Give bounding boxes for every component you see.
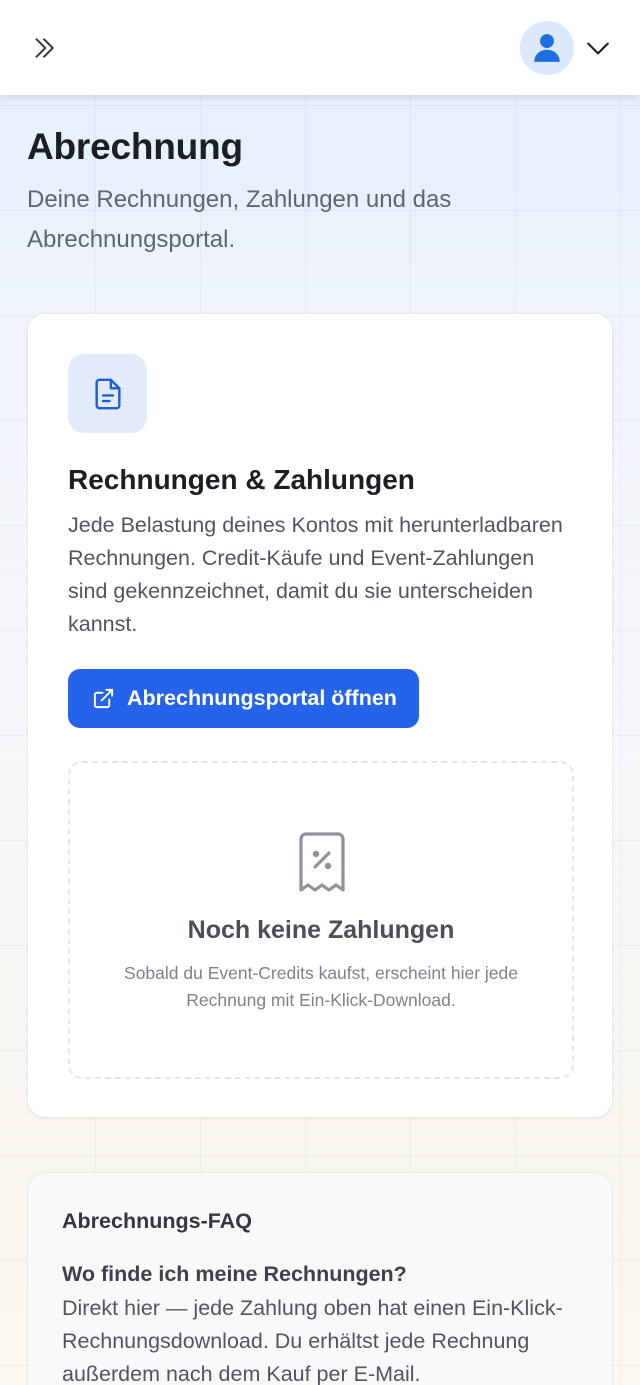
- account-menu[interactable]: [520, 21, 612, 75]
- avatar[interactable]: [520, 21, 574, 75]
- billing-faq-card: Abrechnungs-FAQ Wo finde ich meine Rechn…: [27, 1172, 613, 1385]
- faq-answer: Direkt hier — jede Zahlung oben hat eine…: [62, 1296, 563, 1385]
- page-subtitle: Deine Rechnungen, Zahlungen und das Abre…: [27, 186, 452, 253]
- account-dropdown-toggle[interactable]: [584, 34, 612, 62]
- invoice-icon-tile: [68, 354, 147, 433]
- invoices-card-description: Jede Belastung deines Kontos mit herunte…: [68, 513, 563, 636]
- chevrons-right-icon: [35, 38, 54, 58]
- open-billing-portal-button[interactable]: Abrechnungsportal öffnen: [68, 669, 419, 728]
- faq-question: Wo finde ich meine Rechnungen?: [62, 1262, 407, 1286]
- page-title: Abrechnung: [27, 126, 243, 167]
- open-billing-portal-label: Abrechnungsportal öffnen: [127, 686, 397, 710]
- faq-title: Abrechnungs-FAQ: [62, 1209, 252, 1233]
- empty-state-title: Noch keine Zahlungen: [187, 916, 455, 944]
- chevron-down-icon: [587, 42, 609, 55]
- top-bar: [0, 0, 640, 95]
- user-icon: [534, 34, 560, 62]
- invoices-card-title: Rechnungen & Zahlungen: [68, 464, 415, 495]
- receipt-percent-icon: [299, 832, 345, 892]
- empty-state-description: Sobald du Event-Credits kaufst, erschein…: [124, 963, 518, 1010]
- invoices-card: Rechnungen & Zahlungen Jede Belastung de…: [27, 313, 613, 1118]
- expand-sidebar-button[interactable]: [26, 30, 62, 66]
- file-text-icon: [94, 378, 121, 409]
- external-link-icon: [93, 688, 114, 709]
- empty-payments-state: Noch keine Zahlungen Sobald du Event-Cre…: [68, 761, 574, 1079]
